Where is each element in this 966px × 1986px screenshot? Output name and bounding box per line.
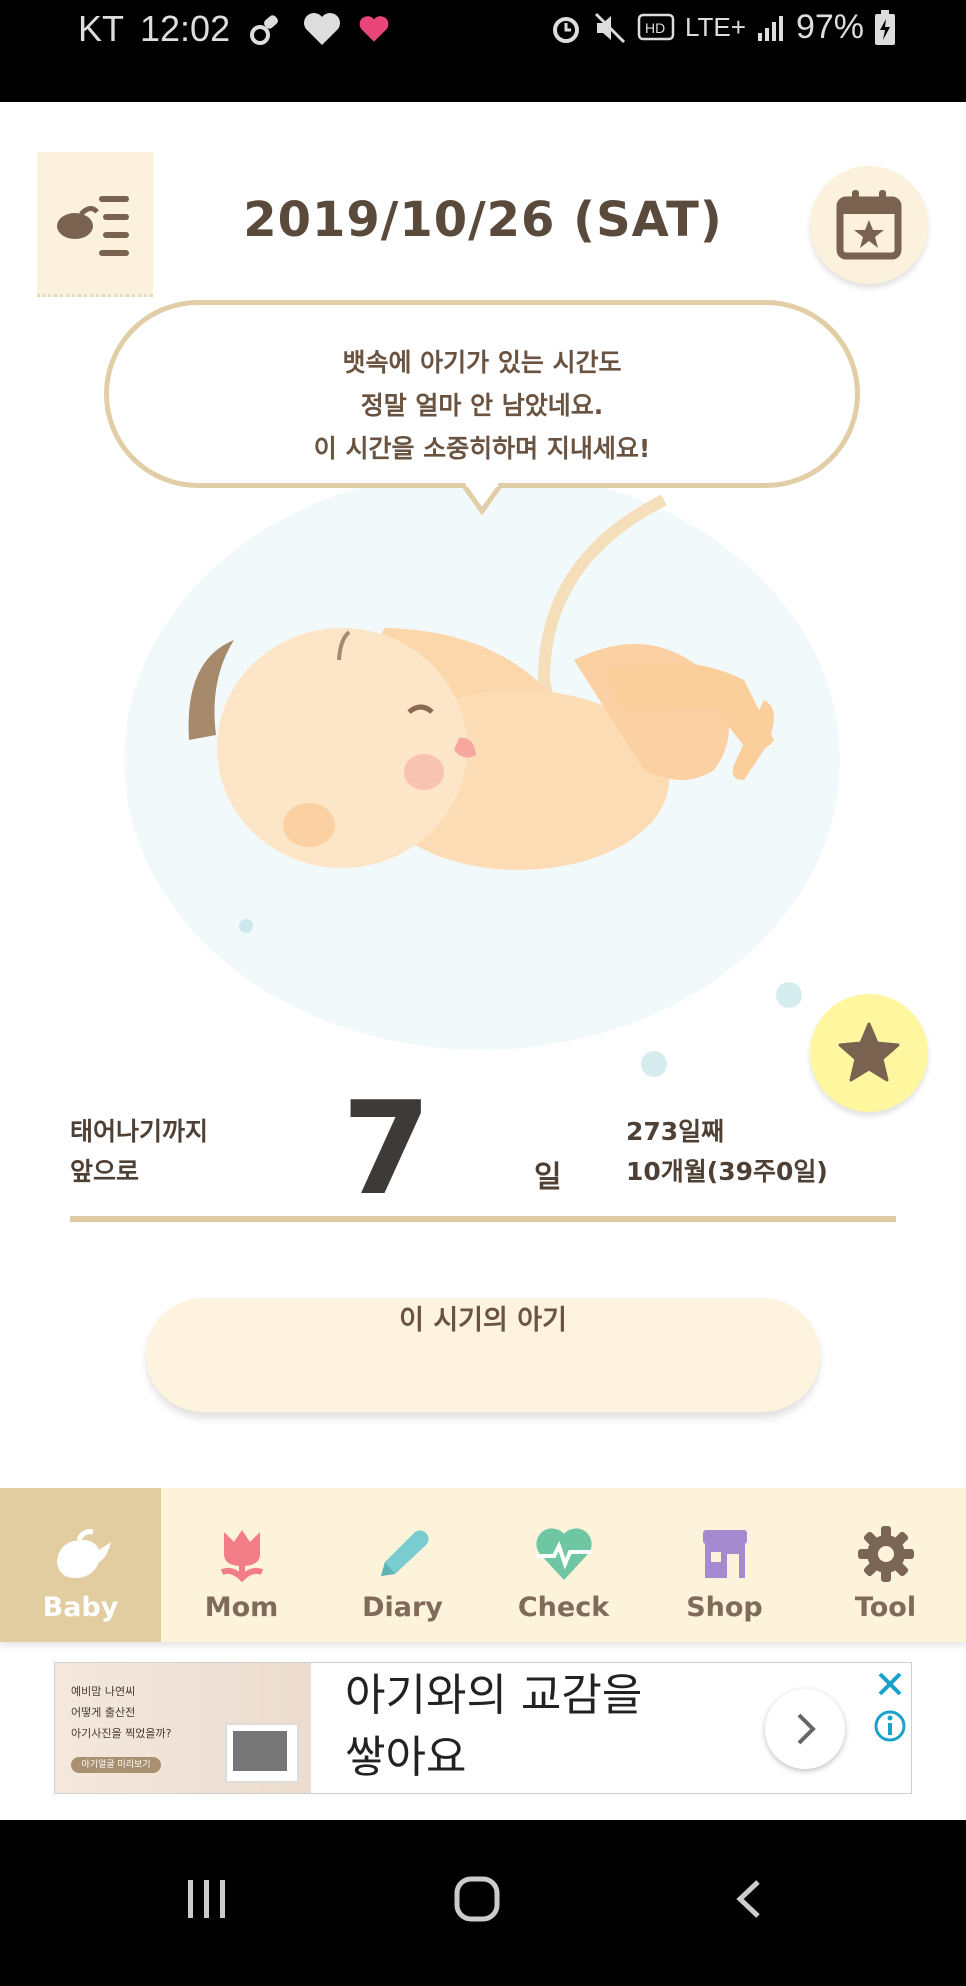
week-info: 10개월(39주0일) (626, 1157, 828, 1186)
ad-thumb-text: 예비맘 나연씨 어떻게 출산전 아기사진을 찍었을까? (71, 1681, 171, 1744)
tab-check-label: Check (517, 1592, 610, 1623)
days-unit: 일 (534, 1160, 562, 1195)
recent-apps-icon[interactable] (186, 1878, 228, 1920)
info-icon[interactable] (873, 1709, 907, 1743)
signal-icon (757, 15, 783, 41)
date-title[interactable]: 2019/10/26 (SAT) (200, 192, 766, 248)
baby-this-period-button[interactable]: 이 시기의 아기 (146, 1298, 820, 1412)
shop-icon (702, 1530, 747, 1578)
tab-diary[interactable]: Diary (322, 1488, 483, 1642)
close-icon[interactable] (875, 1669, 905, 1699)
network-label: LTE+ (685, 12, 746, 42)
alarm-icon (553, 16, 579, 43)
ad-headline-line-2: 쌓아요 (345, 1732, 467, 1783)
pacifier-icon (250, 15, 279, 45)
calendar-star-icon (836, 190, 902, 260)
bottom-tab-bar: Baby Mom Diary Check Shop Tool (0, 1488, 966, 1642)
tab-check[interactable]: Check (483, 1488, 644, 1642)
home-icon[interactable] (454, 1876, 500, 1922)
ad-headline[interactable]: 아기와의 교감을 쌓아요 (345, 1665, 642, 1789)
tab-tool[interactable]: Tool (805, 1488, 966, 1642)
chevron-right-icon (797, 1713, 816, 1745)
tab-shop[interactable]: Shop (644, 1488, 805, 1642)
tab-tool-label: Tool (854, 1592, 917, 1623)
countdown-label-line1: 태어나기까지 (70, 1117, 209, 1146)
tab-mom-label: Mom (204, 1592, 279, 1623)
ad-thumb-line-2: 어떻게 출산전 (71, 1706, 136, 1719)
menu-list-icon (57, 196, 129, 256)
heart-icon (359, 16, 389, 42)
countdown-label-line2: 앞으로 (70, 1157, 140, 1186)
heart-outline-icon (304, 13, 341, 45)
ad-thumb-line-3: 아기사진을 찍었을까? (71, 1727, 172, 1740)
ad-thumb-cta[interactable]: 아기얼굴 미리보기 (71, 1757, 161, 1773)
bubble-line-1: 뱃속에 아기가 있는 시간도 (342, 348, 622, 377)
ad-next-button[interactable] (765, 1689, 845, 1769)
status-left: KT 12:02 (78, 8, 390, 50)
tab-mom[interactable]: Mom (161, 1488, 322, 1642)
back-icon[interactable] (734, 1878, 764, 1920)
battery-icon (875, 9, 895, 45)
mute-icon (594, 12, 626, 43)
carrier-label: KT (78, 8, 125, 49)
day-count: 273일째 (626, 1117, 725, 1146)
ad-thumbnail[interactable]: 예비맘 나연씨 어떻게 출산전 아기사진을 찍었을까? 아기얼굴 미리보기 (55, 1663, 311, 1793)
svg-text:HD: HD (645, 20, 665, 36)
gear-icon (857, 1526, 914, 1582)
ad-headline-line-1: 아기와의 교감을 (345, 1670, 643, 1721)
tab-baby[interactable]: Baby (0, 1488, 161, 1642)
pencil-icon (380, 1530, 429, 1576)
baby-illustration (124, 480, 840, 1077)
time-label: 12:02 (140, 8, 231, 49)
star-icon (838, 1022, 900, 1082)
system-nav-bar (0, 1820, 966, 1986)
ad-banner[interactable]: 예비맘 나연씨 어떻게 출산전 아기사진을 찍었을까? 아기얼굴 미리보기 아기… (54, 1662, 912, 1794)
days-remaining: 7 (342, 1075, 432, 1224)
tab-diary-label: Diary (362, 1592, 443, 1623)
bubble-text: 뱃속에 아기가 있는 시간도 정말 얼마 안 남았네요. 이 시간을 소중히하며… (109, 341, 855, 470)
bird-icon (56, 1529, 111, 1578)
ad-thumb-line-1: 예비맘 나연씨 (71, 1685, 136, 1698)
bubble-line-2: 정말 얼마 안 남았네요. (360, 391, 604, 420)
ad-photo (225, 1723, 299, 1783)
tulip-icon (220, 1530, 263, 1583)
status-right: HD LTE+ 97% (549, 8, 896, 47)
speech-bubble: 뱃속에 아기가 있는 시간도 정말 얼마 안 남았네요. 이 시간을 소중히하며… (104, 300, 860, 488)
menu-button[interactable] (37, 152, 153, 297)
hd-voice-icon: HD (637, 13, 675, 40)
tab-shop-label: Shop (686, 1592, 763, 1623)
battery-label: 97% (795, 8, 864, 46)
heart-pulse-icon (535, 1528, 592, 1580)
status-bar: KT 12:02 HD LTE+ 97% (0, 0, 966, 102)
calendar-button[interactable] (810, 166, 928, 284)
tab-baby-label: Baby (42, 1592, 119, 1623)
bubble-line-3: 이 시간을 소중히하며 지내세요! (313, 434, 651, 463)
bubble-tail (462, 483, 502, 515)
